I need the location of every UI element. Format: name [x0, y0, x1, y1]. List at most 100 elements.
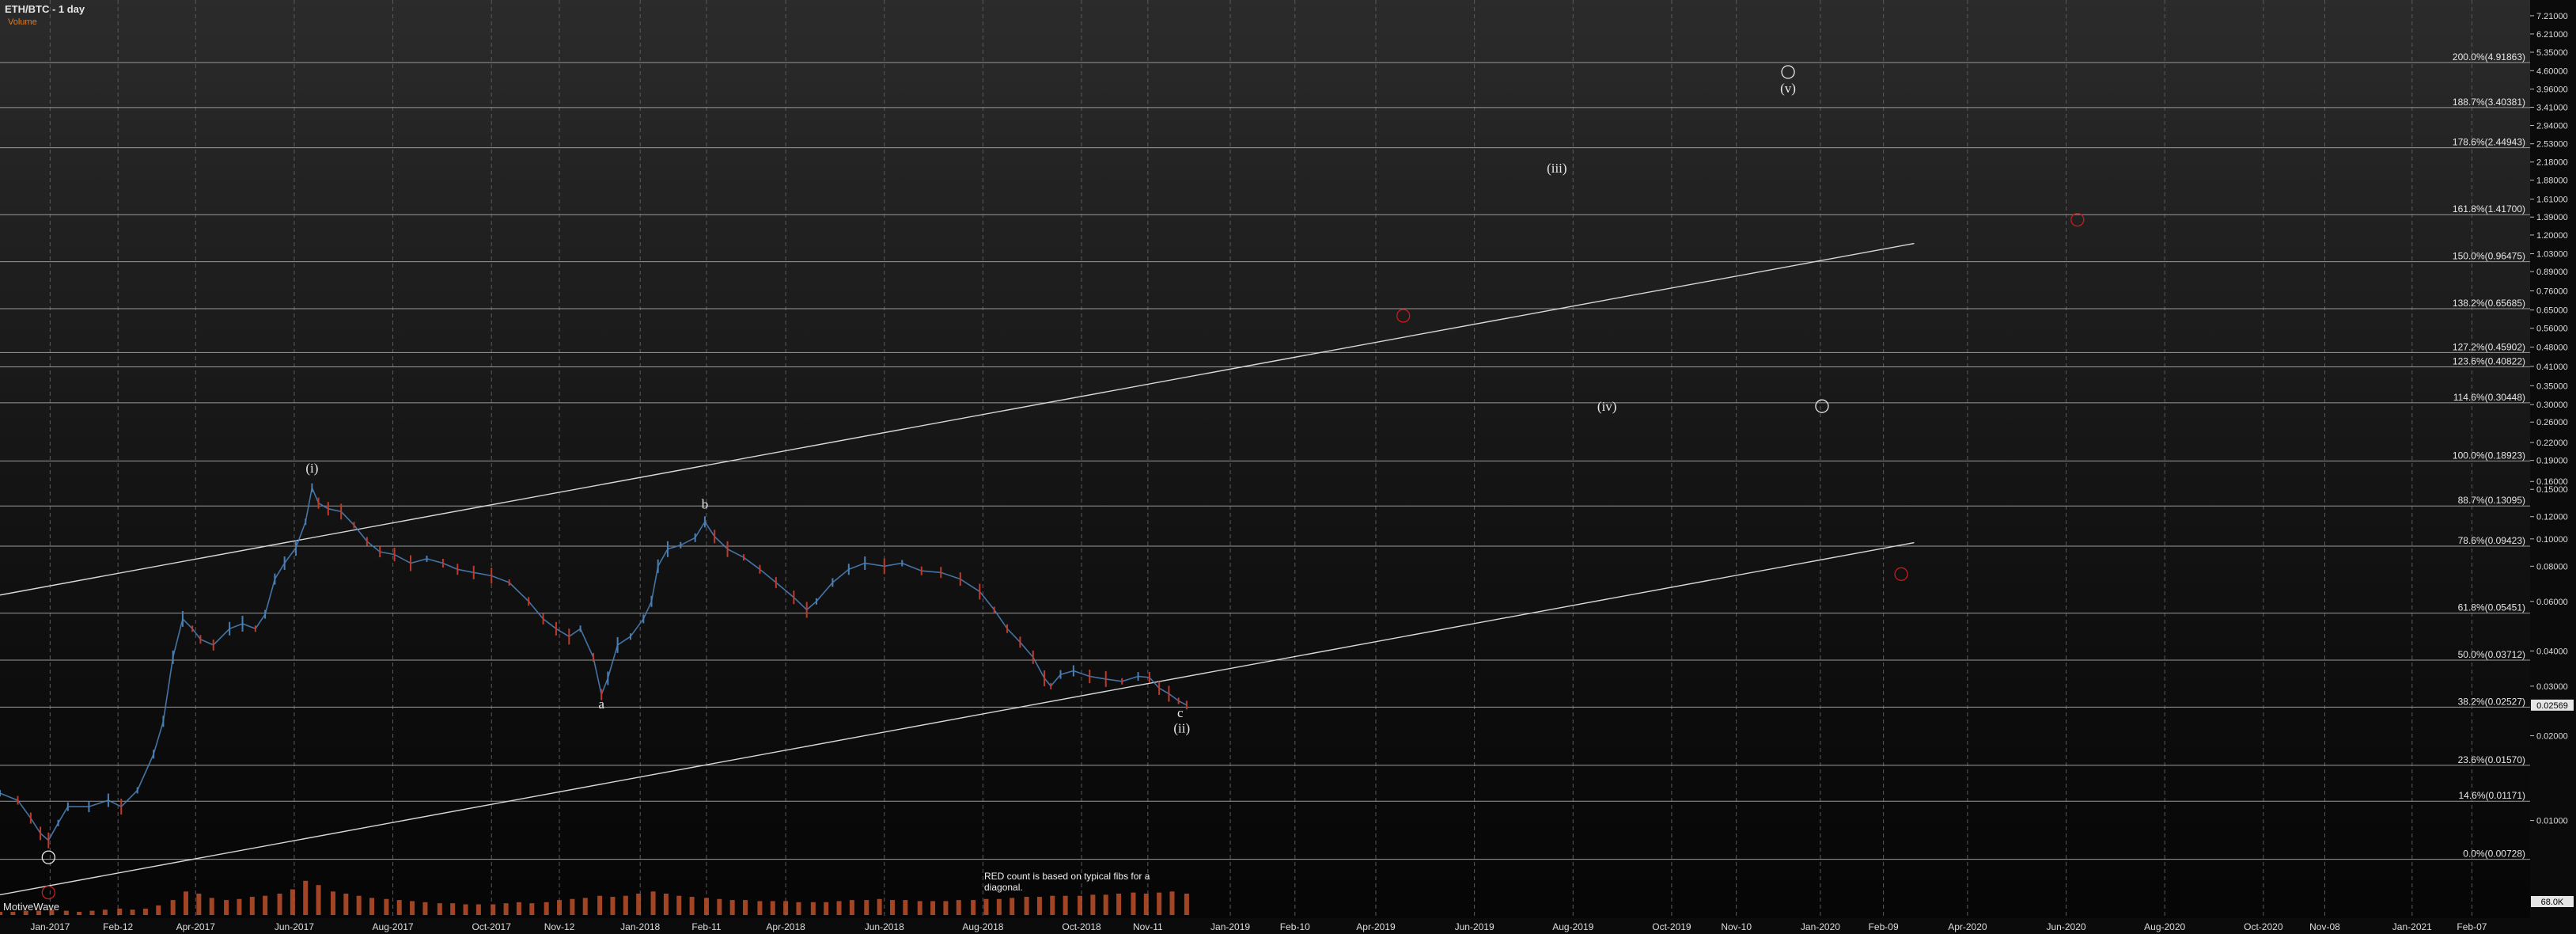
fib-label-15: 23.6%(0.01570)	[2458, 754, 2525, 765]
x-tick-label-14: Jan-2019	[1210, 921, 1250, 932]
volume-bar-62	[824, 902, 829, 915]
fib-label-13: 50.0%(0.03712)	[2458, 649, 2525, 660]
volume-bar-48	[636, 894, 642, 915]
volume-bar-27	[356, 895, 362, 915]
y-tick-label-7: 2.53000	[2536, 140, 2568, 150]
volume-bar-64	[849, 900, 854, 915]
volume-bar-44	[582, 898, 588, 915]
volume-bar-66	[877, 898, 882, 915]
fib-label-7: 123.6%(0.40822)	[2453, 356, 2525, 367]
y-tick-label-9: 1.88000	[2536, 177, 2568, 186]
fib-label-17: 0.0%(0.00728)	[2463, 849, 2525, 860]
y-tick-label-14: 0.89000	[2536, 268, 2568, 277]
volume-bar-58	[770, 901, 775, 915]
x-tick-label-13: Nov-11	[1133, 921, 1163, 932]
y-tick-label-20: 0.35000	[2536, 382, 2568, 391]
volume-bar-19	[249, 897, 255, 915]
y-tick-label-16: 0.65000	[2536, 306, 2568, 316]
x-tick-label-11: Aug-2018	[962, 921, 1003, 932]
volume-bar-70	[930, 901, 936, 915]
plot-background	[0, 0, 2576, 934]
fib-label-10: 88.7%(0.13095)	[2458, 495, 2525, 506]
volume-bar-46	[610, 897, 616, 915]
volume-bar-81	[1078, 895, 1083, 915]
y-tick-label-23: 0.22000	[2536, 439, 2568, 448]
volume-bar-75	[996, 898, 1002, 915]
y-tick-label-6: 2.94000	[2536, 121, 2568, 131]
volume-bar-79	[1050, 895, 1055, 915]
volume-bar-10	[130, 909, 135, 915]
volume-bar-23	[303, 880, 309, 915]
volume-bar-21	[277, 894, 282, 915]
volume-bar-14	[183, 891, 188, 915]
x-tick-label-15: Feb-10	[1280, 921, 1310, 932]
volume-bar-73	[971, 900, 976, 915]
fib-label-0: 200.0%(4.91863)	[2453, 51, 2525, 63]
volume-bar-18	[237, 898, 242, 915]
fib-label-11: 78.6%(0.09423)	[2458, 535, 2525, 546]
x-tick-label-0: Jan-2017	[30, 921, 70, 932]
y-tick-label-32: 0.03000	[2536, 682, 2568, 692]
volume-bar-13	[170, 900, 176, 915]
volume-badge-label: 68.0K	[2541, 898, 2564, 907]
x-tick-label-3: Jun-2017	[275, 921, 314, 932]
watermark: MotiveWave	[3, 901, 60, 913]
volume-bar-7	[89, 910, 95, 915]
y-tick-label-27: 0.12000	[2536, 513, 2568, 522]
x-tick-label-23: Apr-2020	[1948, 921, 1987, 932]
y-tick-label-24: 0.19000	[2536, 457, 2568, 466]
volume-bar-60	[796, 902, 801, 915]
x-tick-label-29: Feb-07	[2457, 921, 2487, 932]
volume-bar-26	[343, 894, 349, 915]
x-tick-label-4: Aug-2017	[373, 921, 414, 932]
volume-bar-51	[676, 895, 682, 915]
wave-label-0: (i)	[305, 461, 318, 476]
volume-bar-56	[743, 900, 748, 915]
y-tick-label-11: 1.39000	[2536, 213, 2568, 222]
wave-label-7: c	[1177, 705, 1184, 720]
x-tick-label-25: Aug-2020	[2144, 921, 2185, 932]
x-tick-label-20: Nov-10	[1721, 921, 1752, 932]
volume-bar-35	[463, 904, 468, 915]
volume-bar-88	[1169, 891, 1175, 915]
volume-bar-43	[570, 898, 575, 915]
volume-bar-5	[63, 910, 69, 915]
volume-bar-59	[783, 901, 789, 915]
volume-bar-16	[209, 898, 214, 915]
y-tick-label-31: 0.04000	[2536, 647, 2568, 656]
volume-bar-87	[1157, 892, 1162, 915]
volume-bar-37	[491, 904, 496, 915]
volume-bar-84	[1116, 894, 1122, 915]
volume-bar-25	[330, 891, 335, 915]
x-tick-label-7: Jan-2018	[620, 921, 660, 932]
x-tick-label-24: Jun-2020	[2047, 921, 2086, 932]
chart-title: ETH/BTC - 1 day	[5, 3, 85, 15]
volume-bar-72	[956, 900, 961, 915]
wave-label-6: b	[702, 497, 709, 512]
volume-bar-80	[1063, 895, 1068, 915]
volume-bar-34	[450, 903, 456, 915]
y-tick-label-34: 0.01000	[2536, 817, 2568, 826]
volume-bar-77	[1024, 897, 1029, 915]
wave-label-2: (iii)	[1547, 161, 1567, 176]
fib-label-12: 61.8%(0.05451)	[2458, 602, 2525, 613]
volume-bar-11	[142, 908, 148, 915]
volume-bar-36	[475, 904, 481, 915]
y-tick-label-3: 4.60000	[2536, 66, 2568, 76]
volume-bar-67	[889, 900, 895, 915]
volume-bar-54	[717, 898, 722, 915]
wave-label-3: (iv)	[1597, 399, 1617, 414]
volume-bar-6	[77, 911, 82, 915]
x-tick-label-8: Feb-11	[691, 921, 721, 932]
y-tick-label-15: 0.76000	[2536, 287, 2568, 297]
fib-label-5: 138.2%(0.65685)	[2453, 298, 2525, 309]
volume-bar-61	[810, 902, 816, 915]
x-tick-label-1: Feb-12	[103, 921, 133, 932]
volume-bar-42	[557, 900, 563, 915]
volume-bar-74	[983, 898, 989, 915]
volume-bar-53	[703, 898, 709, 915]
x-tick-label-21: Jan-2020	[1801, 921, 1840, 932]
y-tick-label-18: 0.48000	[2536, 344, 2568, 353]
volume-bar-28	[369, 898, 374, 915]
volume-bar-38	[503, 903, 509, 915]
